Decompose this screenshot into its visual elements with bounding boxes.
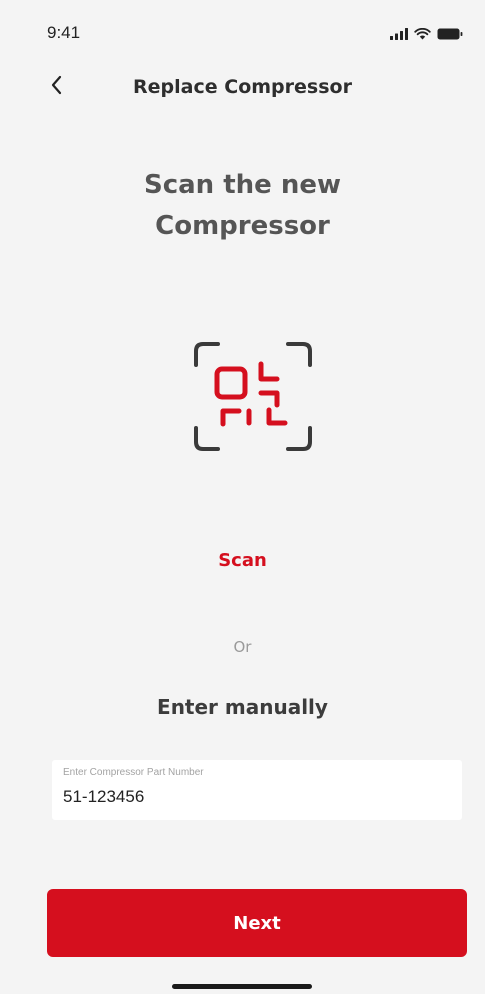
app-screen: 9:41 Replace Compressor Scan the new Com… (0, 0, 485, 994)
part-number-input[interactable] (63, 784, 443, 810)
nav-bar: Replace Compressor (0, 64, 485, 112)
part-number-label: Enter Compressor Part Number (63, 767, 204, 778)
or-divider: Or (233, 638, 252, 656)
status-bar: 9:41 (0, 0, 485, 62)
signal-icon (390, 25, 408, 44)
scan-heading-line1: Scan the new (143, 170, 342, 200)
wifi-icon (414, 25, 431, 44)
qr-scan-icon[interactable] (193, 339, 313, 455)
page-title: Replace Compressor (133, 76, 352, 98)
next-button[interactable]: Next (47, 889, 467, 957)
status-time: 9:41 (47, 23, 81, 42)
scan-heading-line2: Compressor (155, 211, 330, 241)
scan-heading: Scan the new Compressor (0, 165, 485, 247)
status-icons (390, 25, 463, 44)
battery-icon (437, 25, 463, 44)
enter-manually-label: Enter manually (157, 695, 328, 719)
scan-button[interactable]: Scan (0, 550, 485, 571)
home-indicator (172, 984, 312, 989)
part-number-field[interactable]: Enter Compressor Part Number (52, 760, 462, 820)
